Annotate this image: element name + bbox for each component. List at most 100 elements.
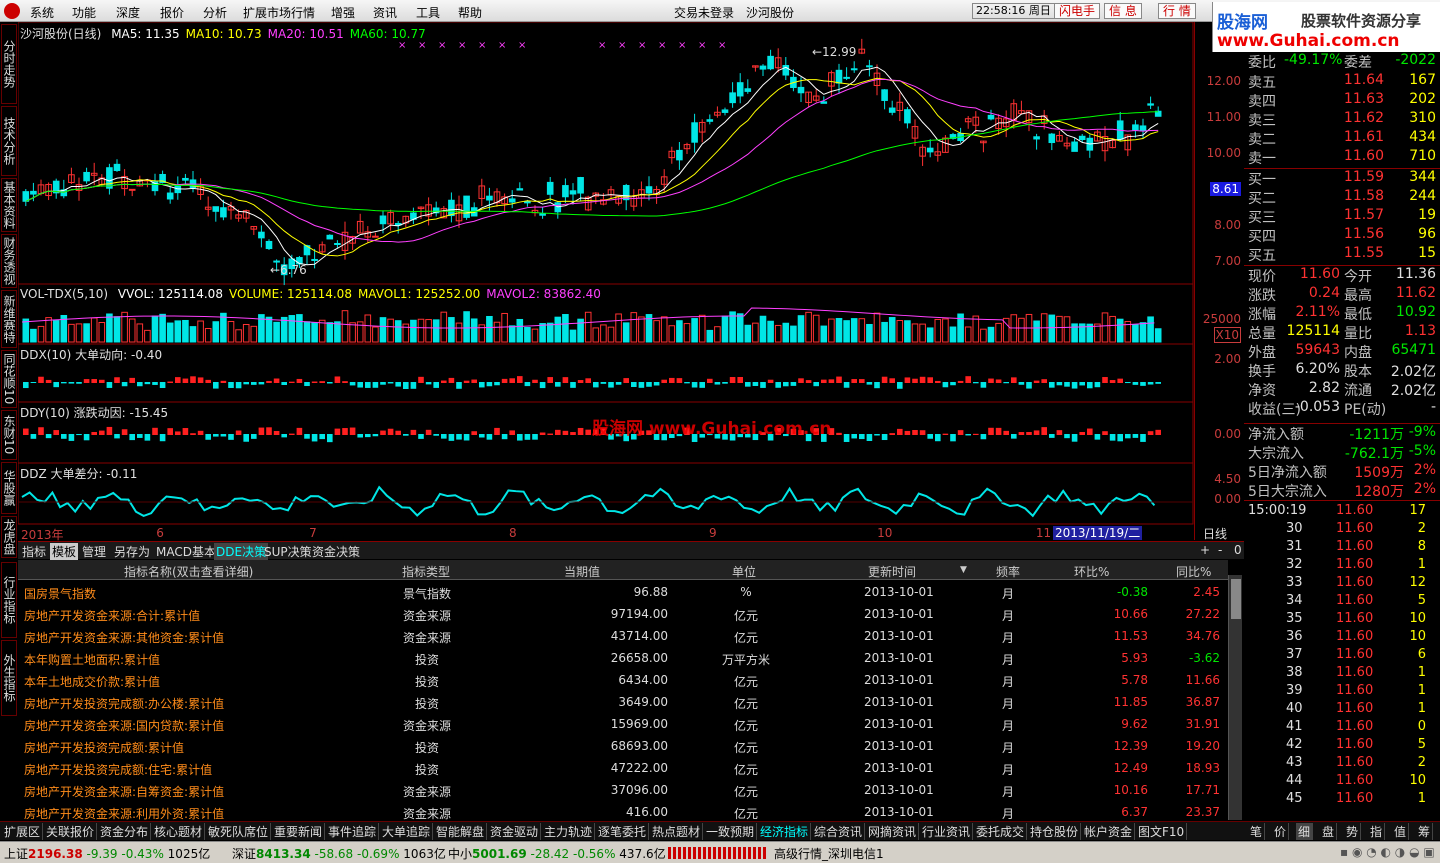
bottom-tab[interactable]: 资金分布 bbox=[98, 823, 152, 840]
market-button[interactable]: 行 情 bbox=[1158, 3, 1196, 19]
col-updated[interactable]: 更新时间 bbox=[868, 563, 916, 580]
tab-industry-indicator[interactable]: 行业指标 bbox=[1, 562, 17, 638]
tab-technical[interactable]: 技术分析 bbox=[1, 106, 17, 176]
menu-function[interactable]: 功能 bbox=[72, 4, 96, 21]
table-row[interactable]: 房地产开发投资完成额:住宅:累计值 投资 47222.00 亿元 2013-10… bbox=[18, 757, 1228, 779]
col-type[interactable]: 指标类型 bbox=[402, 563, 450, 580]
bid-row[interactable]: 买二 11.58 244 bbox=[1244, 188, 1440, 207]
table-row[interactable]: 国房景气指数 景气指数 96.88 % 2013-10-01 月 -0.38 2… bbox=[18, 581, 1228, 603]
zoom-out-button[interactable]: - bbox=[1216, 543, 1224, 557]
bottom-tab[interactable]: 智能解盘 bbox=[434, 823, 488, 840]
tab-save-as[interactable]: 另存为 bbox=[112, 543, 152, 560]
right-panel-tab[interactable]: 细 bbox=[1296, 823, 1314, 840]
server-name[interactable]: 高级行情_深圳电信1 bbox=[774, 845, 884, 862]
sme-index[interactable]: 中小5001.69 -28.42 -0.56% 437.6亿 bbox=[448, 845, 666, 862]
tab-financial[interactable]: 财务透视 bbox=[1, 234, 17, 288]
stat-row[interactable]: 换手 6.20% 股本 2.02亿 bbox=[1244, 361, 1440, 380]
menu-analysis[interactable]: 分析 bbox=[203, 4, 227, 21]
menu-news[interactable]: 资讯 bbox=[373, 4, 397, 21]
reset-button[interactable]: 0 bbox=[1232, 543, 1244, 557]
tab-huagu[interactable]: 华股赢家 bbox=[0, 462, 17, 514]
bottom-tab[interactable]: 帐户资金 bbox=[1082, 823, 1136, 840]
bottom-tab[interactable]: 事件追踪 bbox=[326, 823, 380, 840]
info-button[interactable]: 信 息 bbox=[1104, 3, 1142, 19]
bottom-tab[interactable]: 委托成交 bbox=[974, 823, 1028, 840]
tab-template[interactable]: 模板 bbox=[50, 543, 79, 560]
menu-extended-market[interactable]: 扩展市场行情 bbox=[243, 4, 315, 21]
bottom-tab[interactable]: 扩展区 bbox=[2, 823, 44, 840]
bottom-tab[interactable]: 资金驱动 bbox=[488, 823, 542, 840]
tab-eastmoney10[interactable]: 东财10 bbox=[1, 410, 17, 460]
kline-chart[interactable]: ←12.99 ←6.76 × × × × × × × × × × × × × × 沙河股份(日线) MA5: … bbox=[18, 22, 1194, 542]
tick-list[interactable]: 15:00:19 11.60 17 30 11.60 2 31 11.60 8 32 11.60 1 3… bbox=[1244, 500, 1440, 820]
menu-system[interactable]: 系统 bbox=[30, 4, 54, 21]
table-row[interactable]: 房地产开发资金来源:合计:累计值 资金来源 97194.00 亿元 2013-1… bbox=[18, 603, 1228, 625]
bottom-tab[interactable]: 行业资讯 bbox=[920, 823, 974, 840]
tab-sup[interactable]: SUP决策 bbox=[262, 543, 314, 560]
table-row[interactable]: 本年购置土地面积:累计值 投资 26658.00 万平方米 2013-10-01… bbox=[18, 647, 1228, 669]
right-panel-tab[interactable]: 指 bbox=[1368, 823, 1386, 840]
ask-row[interactable]: 卖一 11.60 710 bbox=[1244, 148, 1440, 167]
col-freq[interactable]: 频率 bbox=[996, 563, 1020, 580]
tab-indicator[interactable]: 指标 bbox=[20, 543, 48, 560]
tab-xinwei[interactable]: 新维赛特 bbox=[1, 290, 17, 348]
bottom-tab[interactable]: 重要新闻 bbox=[272, 823, 326, 840]
right-panel-tab[interactable]: 值 bbox=[1392, 823, 1410, 840]
bottom-tab[interactable]: 持仓股份 bbox=[1028, 823, 1082, 840]
bid-row[interactable]: 买五 11.55 15 bbox=[1244, 245, 1440, 264]
stat-row[interactable]: 外盘 59643 内盘 65471 bbox=[1244, 342, 1440, 361]
bottom-tab[interactable]: 图文F10 bbox=[1136, 823, 1188, 840]
bottom-tab[interactable]: 主力轨迹 bbox=[542, 823, 596, 840]
bottom-tab[interactable]: 关联报价 bbox=[44, 823, 98, 840]
tab-intraday[interactable]: 分时走势 bbox=[1, 24, 17, 104]
tab-manage[interactable]: 管理 bbox=[80, 543, 108, 560]
stat-row[interactable]: 总量 125114 量比 1.13 bbox=[1244, 323, 1440, 342]
table-row[interactable]: 房地产开发资金来源:利用外资:累计值 资金来源 416.00 亿元 2013-1… bbox=[18, 801, 1228, 823]
flash-trade-button[interactable]: 闪电手 bbox=[1054, 3, 1101, 19]
col-name[interactable]: 指标名称(双击查看详细) bbox=[124, 563, 253, 580]
tab-longhu[interactable]: 龙虎盘 bbox=[1, 516, 17, 558]
stat-row[interactable]: 涨跌 0.24 最高 11.62 bbox=[1244, 285, 1440, 304]
right-panel-tab[interactable]: 笔 bbox=[1248, 823, 1266, 840]
tab-fund[interactable]: 资金决策 bbox=[310, 543, 362, 560]
menu-tools[interactable]: 工具 bbox=[416, 4, 440, 21]
bid-row[interactable]: 买三 11.57 19 bbox=[1244, 207, 1440, 226]
menu-enhance[interactable]: 增强 bbox=[331, 4, 355, 21]
ask-row[interactable]: 卖三 11.62 310 bbox=[1244, 110, 1440, 129]
zoom-in-button[interactable]: + bbox=[1198, 543, 1212, 557]
period-label[interactable]: 日线 bbox=[1203, 525, 1227, 542]
scroll-thumb[interactable] bbox=[1231, 579, 1241, 619]
table-row[interactable]: 房地产开发资金来源:国内贷款:累计值 资金来源 15969.00 亿元 2013… bbox=[18, 713, 1228, 735]
tab-basic-info[interactable]: 基本资料 bbox=[1, 178, 17, 232]
bid-row[interactable]: 买一 11.59 344 bbox=[1244, 169, 1440, 188]
right-panel-tab[interactable]: 盘 bbox=[1320, 823, 1338, 840]
bottom-tab[interactable]: 一致预期 bbox=[704, 823, 758, 840]
col-yoy[interactable]: 同比% bbox=[1176, 563, 1211, 580]
sort-desc-icon[interactable]: ▼ bbox=[960, 565, 967, 575]
bottom-tab[interactable]: 核心题材 bbox=[152, 823, 206, 840]
tab-ths10[interactable]: 同花顺10 bbox=[1, 350, 17, 408]
table-row[interactable]: 房地产开发资金来源:其他资金:累计值 资金来源 43714.00 亿元 2013… bbox=[18, 625, 1228, 647]
ask-row[interactable]: 卖五 11.64 167 bbox=[1244, 72, 1440, 91]
bottom-tab[interactable]: 经济指标 bbox=[758, 823, 812, 840]
ask-row[interactable]: 卖二 11.61 434 bbox=[1244, 129, 1440, 148]
bottom-tab[interactable]: 网摘资讯 bbox=[866, 823, 920, 840]
menu-quote[interactable]: 报价 bbox=[160, 4, 184, 21]
bottom-tab[interactable]: 热点题材 bbox=[650, 823, 704, 840]
stat-row[interactable]: 现价 11.60 今开 11.36 bbox=[1244, 266, 1440, 285]
table-row[interactable]: 房地产开发投资完成额:办公楼:累计值 投资 3649.00 亿元 2013-10… bbox=[18, 691, 1228, 713]
stat-row[interactable]: 净资 2.82 流通 2.02亿 bbox=[1244, 380, 1440, 399]
flow-row[interactable]: 净流入额 -1211万 -9% bbox=[1244, 424, 1440, 443]
bottom-tab[interactable]: 敏死队席位 bbox=[206, 823, 272, 840]
bottom-tab[interactable]: 大单追踪 bbox=[380, 823, 434, 840]
tab-macd[interactable]: MACD基本 bbox=[154, 543, 218, 560]
stat-row[interactable]: 涨幅 2.11% 最低 10.92 bbox=[1244, 304, 1440, 323]
flow-row[interactable]: 5日净流入额 1509万 2% bbox=[1244, 462, 1440, 481]
tab-external-indicator[interactable]: 外生指标 bbox=[1, 640, 17, 716]
table-row[interactable]: 房地产开发投资完成额:累计值 投资 68693.00 亿元 2013-10-01… bbox=[18, 735, 1228, 757]
bottom-tab[interactable]: 综合资讯 bbox=[812, 823, 866, 840]
flow-row[interactable]: 5日大宗流入 1280万 2% bbox=[1244, 481, 1440, 500]
menu-help[interactable]: 帮助 bbox=[458, 4, 482, 21]
flow-row[interactable]: 大宗流入 -762.1万 -5% bbox=[1244, 443, 1440, 462]
ask-row[interactable]: 卖四 11.63 202 bbox=[1244, 91, 1440, 110]
